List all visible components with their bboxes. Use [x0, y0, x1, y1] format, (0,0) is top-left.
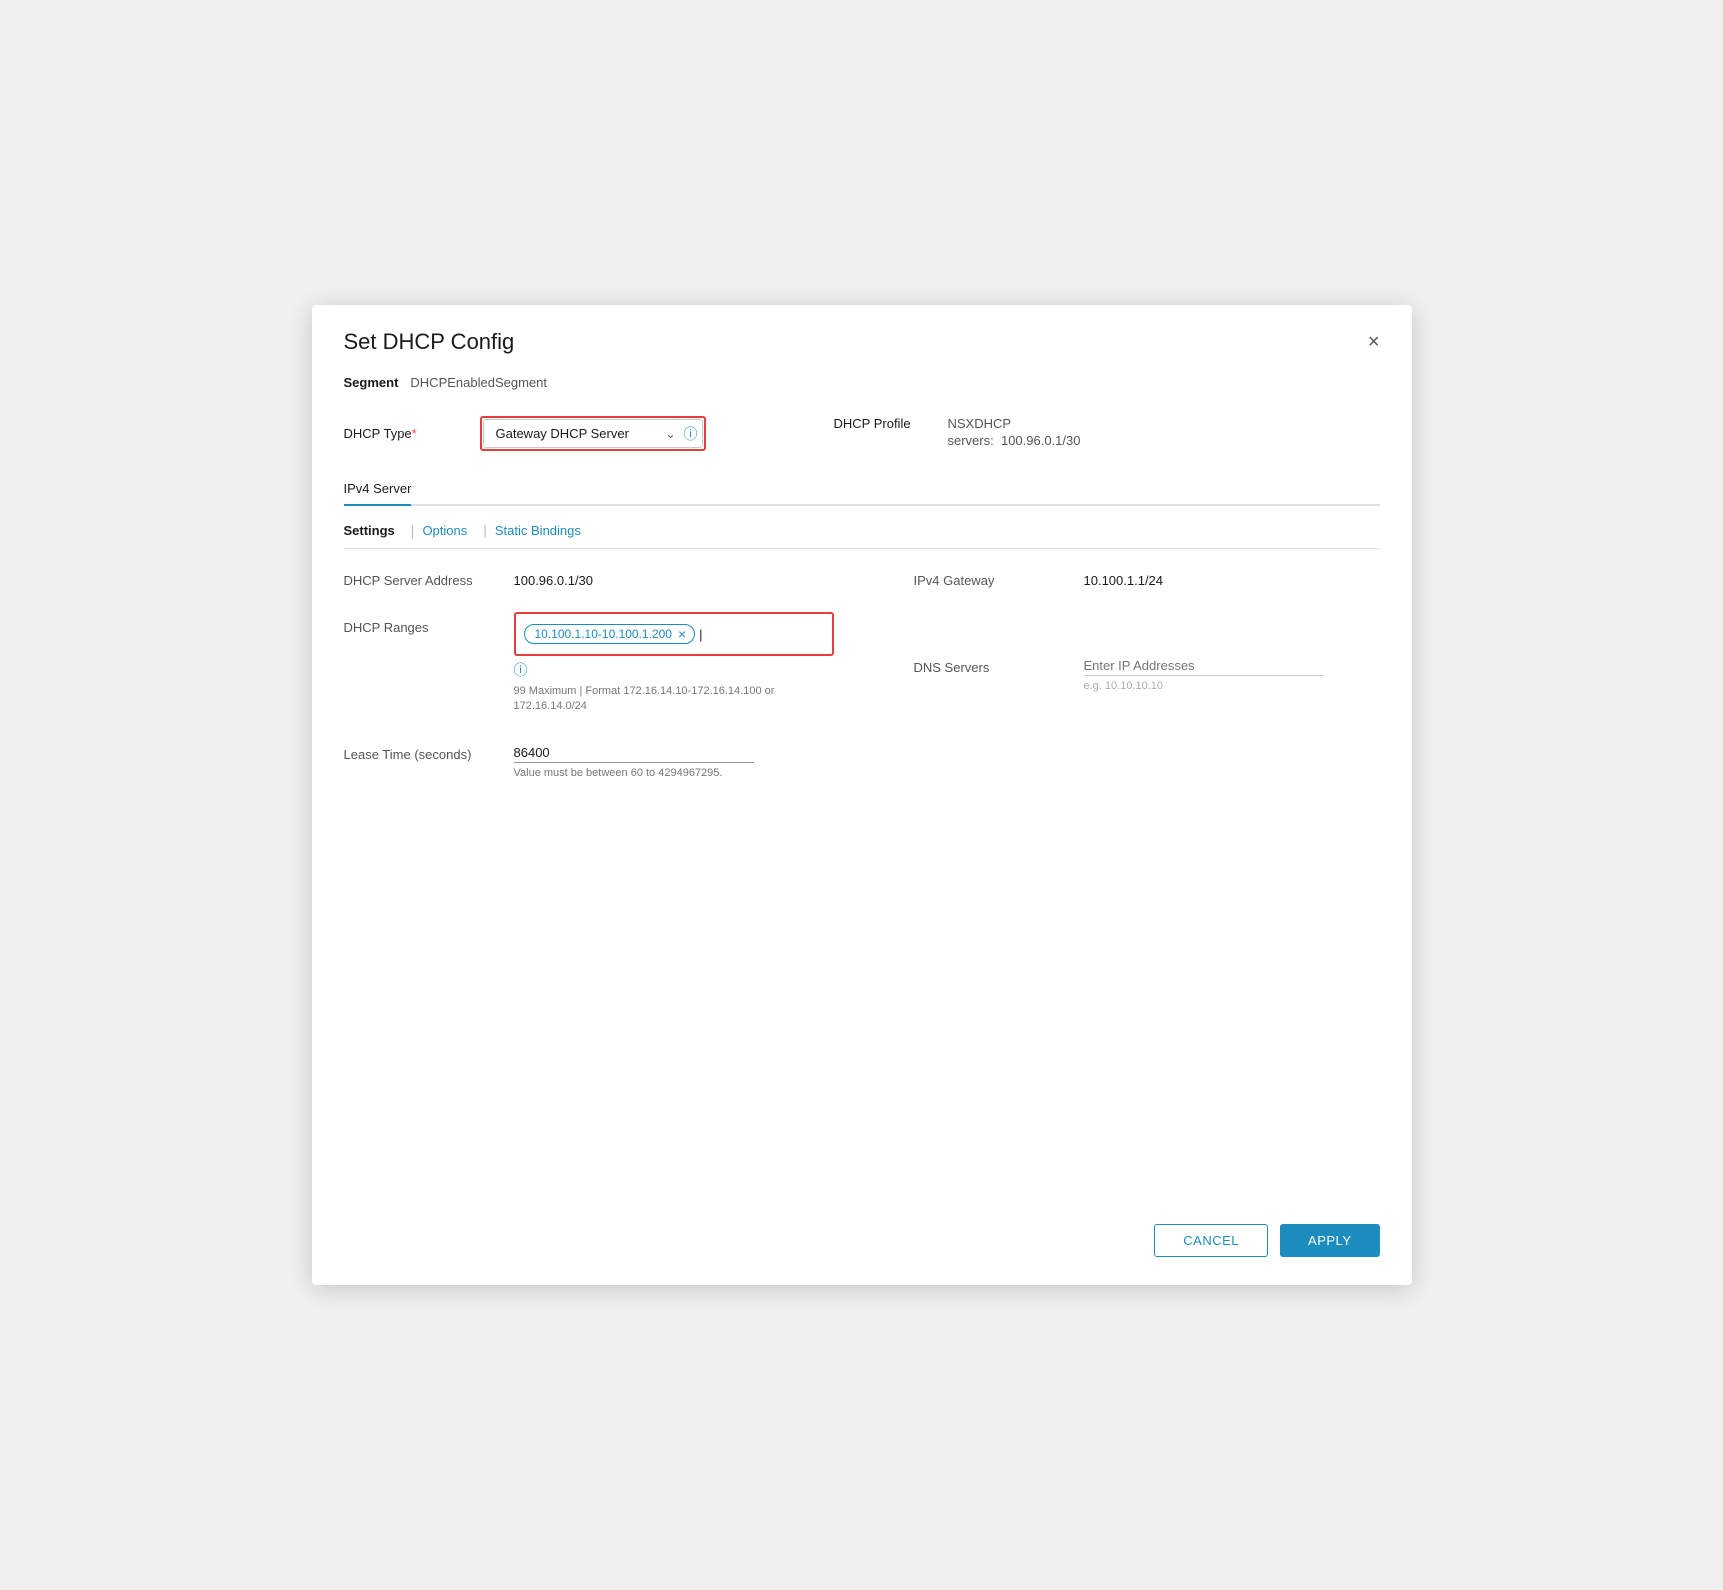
- info-icon[interactable]: ⓘ: [684, 424, 698, 444]
- dhcp-profile-name: NSXDHCP: [948, 416, 1081, 431]
- ipv4-gateway-label: IPv4 Gateway: [914, 569, 1084, 588]
- dhcp-ranges-input-box[interactable]: 10.100.1.10-10.100.1.200 × |: [514, 612, 834, 656]
- info-icon-ranges[interactable]: ⓘ: [514, 660, 834, 680]
- tab-static-bindings[interactable]: Static Bindings: [495, 523, 581, 548]
- dns-servers-label: DNS Servers: [914, 656, 1084, 675]
- dns-servers-row: DNS Servers e.g. 10.10.10.10: [914, 596, 1380, 700]
- tab-divider-1: |: [411, 522, 415, 538]
- dhcp-type-group: DHCP Type* Gateway DHCP Server DHCP Serv…: [344, 416, 706, 451]
- required-marker: *: [412, 426, 417, 441]
- dhcp-server-address-row: DHCP Server Address 100.96.0.1/30: [344, 553, 834, 596]
- dhcp-type-profile-row: DHCP Type* Gateway DHCP Server DHCP Serv…: [344, 406, 1380, 461]
- lease-time-row: Lease Time (seconds) Value must be betwe…: [344, 723, 834, 787]
- segment-row: Segment DHCPEnabledSegment: [344, 367, 1380, 406]
- dhcp-profile-group: DHCP Profile NSXDHCP servers: 100.96.0.1…: [834, 416, 1081, 448]
- lease-time-hint: Value must be between 60 to 4294967295.: [514, 767, 754, 779]
- dhcp-profile-values: NSXDHCP servers: 100.96.0.1/30: [948, 416, 1081, 448]
- dhcp-ranges-label: DHCP Ranges: [344, 612, 514, 635]
- ipv4-tab-row: IPv4 Server: [344, 473, 1380, 506]
- tab-settings[interactable]: Settings: [344, 523, 395, 548]
- tab-divider-2: |: [483, 522, 487, 538]
- set-dhcp-config-dialog: Set DHCP Config × Segment DHCPEnabledSeg…: [312, 305, 1412, 1285]
- dhcp-ranges-hint: 99 Maximum | Format 172.16.14.10-172.16.…: [514, 684, 834, 715]
- dhcp-server-address-value: 100.96.0.1/30: [514, 569, 594, 588]
- settings-left: DHCP Server Address 100.96.0.1/30 DHCP R…: [344, 553, 866, 787]
- section-tabs: Settings | Options | Static Bindings: [344, 506, 1380, 549]
- dns-servers-input[interactable]: [1084, 656, 1324, 676]
- dhcp-ranges-wrapper: 10.100.1.10-10.100.1.200 × | ⓘ 99 Maximu…: [514, 612, 834, 715]
- segment-value: DHCPEnabledSegment: [410, 375, 547, 390]
- ipv4-gateway-row: IPv4 Gateway 10.100.1.1/24: [914, 553, 1380, 596]
- settings-right: IPv4 Gateway 10.100.1.1/24 DNS Servers e…: [866, 553, 1380, 787]
- dhcp-type-label: DHCP Type*: [344, 426, 464, 441]
- dialog-footer: CANCEL APPLY: [312, 1208, 1412, 1285]
- settings-grid: DHCP Server Address 100.96.0.1/30 DHCP R…: [344, 553, 1380, 787]
- lease-time-input[interactable]: [514, 743, 754, 763]
- dhcp-type-select[interactable]: Gateway DHCP Server DHCP Server Relay: [483, 419, 703, 448]
- dialog-title: Set DHCP Config: [344, 329, 515, 355]
- segment-label: Segment: [344, 375, 399, 390]
- dhcp-server-address-label: DHCP Server Address: [344, 569, 514, 588]
- dns-servers-input-wrapper: e.g. 10.10.10.10: [1084, 656, 1324, 692]
- dhcp-ranges-row: DHCP Ranges 10.100.1.10-10.100.1.200 × |…: [344, 596, 834, 723]
- dhcp-type-select-wrapper: Gateway DHCP Server DHCP Server Relay ⌄ …: [480, 416, 706, 451]
- dialog-body: Segment DHCPEnabledSegment DHCP Type* Ga…: [312, 367, 1412, 1208]
- ipv4-server-tab[interactable]: IPv4 Server: [344, 473, 412, 506]
- ipv4-gateway-value: 10.100.1.1/24: [1084, 569, 1164, 588]
- lease-time-input-wrapper: Value must be between 60 to 4294967295.: [514, 743, 754, 779]
- tab-options[interactable]: Options: [422, 523, 467, 548]
- close-button[interactable]: ×: [1368, 332, 1380, 352]
- apply-button[interactable]: APPLY: [1280, 1224, 1379, 1257]
- range-cursor: |: [699, 627, 702, 642]
- dhcp-range-tag-close[interactable]: ×: [678, 627, 686, 641]
- dhcp-profile-server: servers: 100.96.0.1/30: [948, 433, 1081, 448]
- dhcp-range-tag-value: 10.100.1.10-10.100.1.200: [535, 627, 672, 641]
- cancel-button[interactable]: CANCEL: [1154, 1224, 1268, 1257]
- dialog-header: Set DHCP Config ×: [312, 305, 1412, 367]
- lease-time-label: Lease Time (seconds): [344, 743, 514, 762]
- dhcp-range-tag: 10.100.1.10-10.100.1.200 ×: [524, 624, 696, 644]
- dhcp-profile-label: DHCP Profile: [834, 416, 924, 431]
- dns-servers-hint: e.g. 10.10.10.10: [1084, 680, 1324, 692]
